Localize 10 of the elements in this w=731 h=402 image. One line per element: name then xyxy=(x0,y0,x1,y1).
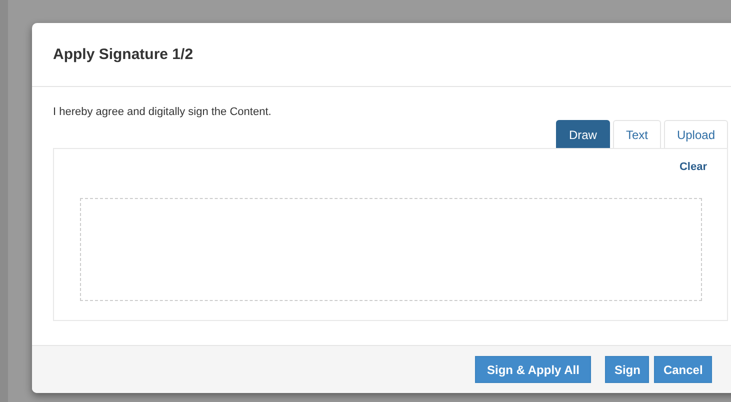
clear-link[interactable]: Clear xyxy=(679,161,707,187)
signature-pad[interactable] xyxy=(80,198,702,301)
cancel-button[interactable]: Cancel xyxy=(654,356,712,383)
sign-apply-all-button[interactable]: Sign & Apply All xyxy=(475,356,592,383)
sign-button[interactable]: Sign xyxy=(605,356,650,383)
signature-tab[interactable]: Upload xyxy=(664,120,728,148)
signature-tab[interactable]: Draw xyxy=(556,120,610,148)
dialog-title: Apply Signature 1/2 xyxy=(53,46,194,63)
consent-statement: I hereby agree and digitally sign the Content. xyxy=(53,106,272,118)
signature-tab[interactable]: Text xyxy=(612,120,661,148)
